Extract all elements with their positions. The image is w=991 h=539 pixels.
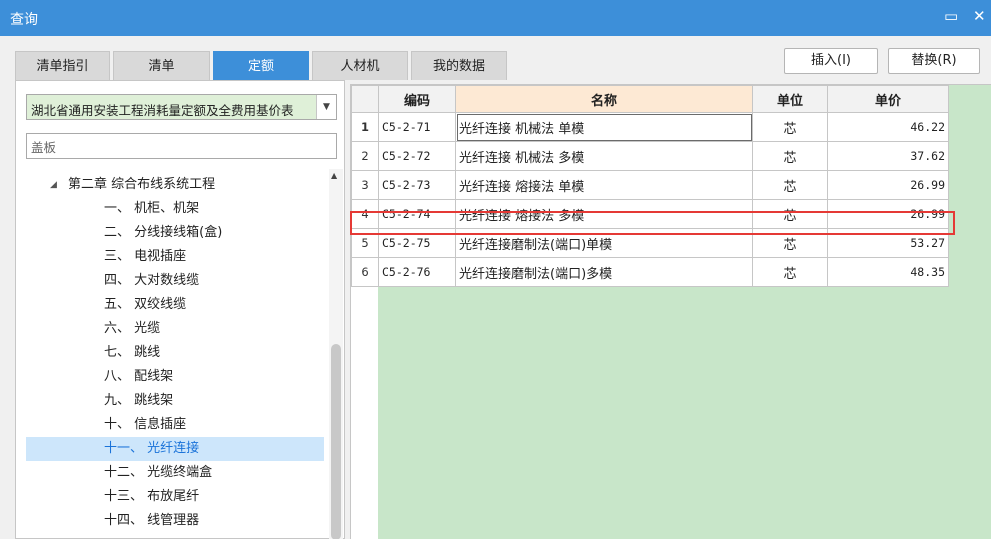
cell-price[interactable]: 46.22 <box>827 112 949 142</box>
library-dropdown[interactable]: 湖北省通用安装工程消耗量定额及全费用基价表 ▼ <box>26 94 337 120</box>
tab-bill-guide[interactable]: 清单指引 <box>15 51 110 80</box>
cell-unit[interactable]: 芯 <box>752 199 828 229</box>
tree-item-label: 四、 大对数线缆 <box>104 273 200 288</box>
tree-item-label: 第二章 综合布线系统工程 <box>68 177 216 192</box>
cell-unit[interactable]: 芯 <box>752 170 828 200</box>
tree-item-label: 十三、 布放尾纤 <box>104 489 200 504</box>
cell-unit[interactable]: 芯 <box>752 257 828 287</box>
tree-item-label: 十二、 光缆终端盒 <box>104 465 213 480</box>
cell-unit[interactable]: 芯 <box>752 228 828 258</box>
tab-my-data[interactable]: 我的数据 <box>411 51 507 80</box>
tree-scrollbar[interactable]: ▲ <box>329 169 343 539</box>
minimize-icon[interactable]: ▭ <box>944 7 958 25</box>
replace-button[interactable]: 替换(R) <box>888 48 980 74</box>
window-title: 查询 <box>10 12 38 28</box>
tree-item[interactable]: 九、 跳线架 <box>26 389 324 413</box>
tab-quota[interactable]: 定额 <box>213 51 309 80</box>
tree-item-label: 十一、 光纤连接 <box>104 441 200 456</box>
tree-item-label: 八、 配线架 <box>104 369 174 384</box>
collapse-triangle-icon[interactable]: ◢ <box>50 173 57 197</box>
tree-item[interactable]: 五、 双绞线缆 <box>26 293 324 317</box>
left-pane: 湖北省通用安装工程消耗量定额及全费用基价表 ▼ ◢ 第二章 综合布线系统工程 一… <box>15 80 345 539</box>
tree-item[interactable]: 七、 跳线 <box>26 341 324 365</box>
cell-unit[interactable]: 芯 <box>752 141 828 171</box>
tree-item[interactable]: 十三、 布放尾纤 <box>26 485 324 509</box>
cell-name[interactable]: 光纤连接磨制法(端口)单模 <box>455 228 753 258</box>
cell-code[interactable]: C5-2-74 <box>378 199 456 229</box>
table-header-row: 编码 名称 单位 单价 <box>351 85 949 113</box>
tab-labor-material-machine[interactable]: 人材机 <box>312 51 408 80</box>
cell-price[interactable]: 26.99 <box>827 199 949 229</box>
table-row[interactable]: 4 C5-2-74 光纤连接 熔接法 多模 芯 26.99 <box>351 199 949 229</box>
tree-item[interactable]: 一、 机柜、机架 <box>26 197 324 221</box>
search-input[interactable] <box>27 134 336 158</box>
search-field[interactable] <box>26 133 337 159</box>
cell-price[interactable]: 37.62 <box>827 141 949 171</box>
chapter-tree: ◢ 第二章 综合布线系统工程 一、 机柜、机架 二、 分线接线箱(盒) 三、 电… <box>26 173 329 539</box>
column-header-unit[interactable]: 单位 <box>752 85 828 113</box>
library-selected-value: 湖北省通用安装工程消耗量定额及全费用基价表 <box>31 103 294 118</box>
cell-name[interactable]: 光纤连接 熔接法 多模 <box>455 199 753 229</box>
close-icon[interactable]: ✕ <box>973 7 986 25</box>
tree-item[interactable]: 八、 配线架 <box>26 365 324 389</box>
tree-item[interactable]: 三、 电视插座 <box>26 245 324 269</box>
cell-price[interactable]: 26.99 <box>827 170 949 200</box>
row-number: 3 <box>351 170 379 200</box>
table-row[interactable]: 2 C5-2-72 光纤连接 机械法 多模 芯 37.62 <box>351 141 949 171</box>
tree-item-label: 十四、 线管理器 <box>104 513 200 528</box>
row-number: 5 <box>351 228 379 258</box>
tree-item[interactable]: 四、 大对数线缆 <box>26 269 324 293</box>
cell-code[interactable]: C5-2-72 <box>378 141 456 171</box>
title-bar: 查询 ▭ ✕ <box>0 0 991 36</box>
column-header-code[interactable]: 编码 <box>378 85 456 113</box>
tree-item-label: 七、 跳线 <box>104 345 161 360</box>
insert-button[interactable]: 插入(I) <box>784 48 878 74</box>
column-header-name[interactable]: 名称 <box>455 85 753 113</box>
row-number: 4 <box>351 199 379 229</box>
table-row[interactable]: 1 C5-2-71 光纤连接 机械法 单模 芯 46.22 <box>351 112 949 142</box>
tab-bill[interactable]: 清单 <box>113 51 210 80</box>
row-number: 6 <box>351 257 379 287</box>
cell-price[interactable]: 48.35 <box>827 257 949 287</box>
table-row-highlighted[interactable]: 3 C5-2-73 光纤连接 熔接法 单模 芯 26.99 <box>351 170 949 200</box>
cell-code[interactable]: C5-2-73 <box>378 170 456 200</box>
tree-item[interactable]: 二、 分线接线箱(盒) <box>26 221 324 245</box>
tree-item-label: 三、 电视插座 <box>104 249 187 264</box>
row-number-header <box>351 85 379 113</box>
cell-name[interactable]: 光纤连接磨制法(端口)多模 <box>455 257 753 287</box>
scroll-up-arrow-icon[interactable]: ▲ <box>331 171 337 180</box>
tree-item-label: 二、 分线接线箱(盒) <box>104 225 223 240</box>
cell-code[interactable]: C5-2-75 <box>378 228 456 258</box>
column-header-price[interactable]: 单价 <box>827 85 949 113</box>
row-number: 2 <box>351 141 379 171</box>
cell-name[interactable]: 光纤连接 机械法 单模 <box>455 112 753 142</box>
tree-item[interactable]: 十四、 线管理器 <box>26 509 324 533</box>
tree-item-label: 十、 信息插座 <box>104 417 187 432</box>
cell-code[interactable]: C5-2-76 <box>378 257 456 287</box>
tree-item-label: 九、 跳线架 <box>104 393 174 408</box>
tree-item-label: 五、 双绞线缆 <box>104 297 187 312</box>
tree-item[interactable]: 六、 光缆 <box>26 317 324 341</box>
quota-table: 编码 名称 单位 单价 1 C5-2-71 光纤连接 机械法 单模 芯 46.2… <box>351 85 949 287</box>
query-window: 清单指引 清单 定额 人材机 我的数据 插入(I) 替换(R) 湖北省通用安装工… <box>0 36 991 539</box>
table-row[interactable]: 6 C5-2-76 光纤连接磨制法(端口)多模 芯 48.35 <box>351 257 949 287</box>
cell-name[interactable]: 光纤连接 机械法 多模 <box>455 141 753 171</box>
cell-name[interactable]: 光纤连接 熔接法 单模 <box>455 170 753 200</box>
tree-item[interactable]: 十二、 光缆终端盒 <box>26 461 324 485</box>
row-number: 1 <box>351 112 379 142</box>
tree-item-label: 六、 光缆 <box>104 321 161 336</box>
chevron-down-icon[interactable]: ▼ <box>316 95 336 119</box>
cell-unit[interactable]: 芯 <box>752 112 828 142</box>
table-row[interactable]: 5 C5-2-75 光纤连接磨制法(端口)单模 芯 53.27 <box>351 228 949 258</box>
tree-item-label: 一、 机柜、机架 <box>104 201 200 216</box>
cell-code[interactable]: C5-2-71 <box>378 112 456 142</box>
tree-item-selected[interactable]: 十一、 光纤连接 <box>26 437 324 461</box>
tree-item[interactable]: 十、 信息插座 <box>26 413 324 437</box>
cell-price[interactable]: 53.27 <box>827 228 949 258</box>
scrollbar-thumb[interactable] <box>331 344 341 539</box>
tree-item-chapter-2[interactable]: ◢ 第二章 综合布线系统工程 <box>26 173 324 197</box>
quota-grid: 编码 名称 单位 单价 1 C5-2-71 光纤连接 机械法 单模 芯 46.2… <box>350 84 991 539</box>
